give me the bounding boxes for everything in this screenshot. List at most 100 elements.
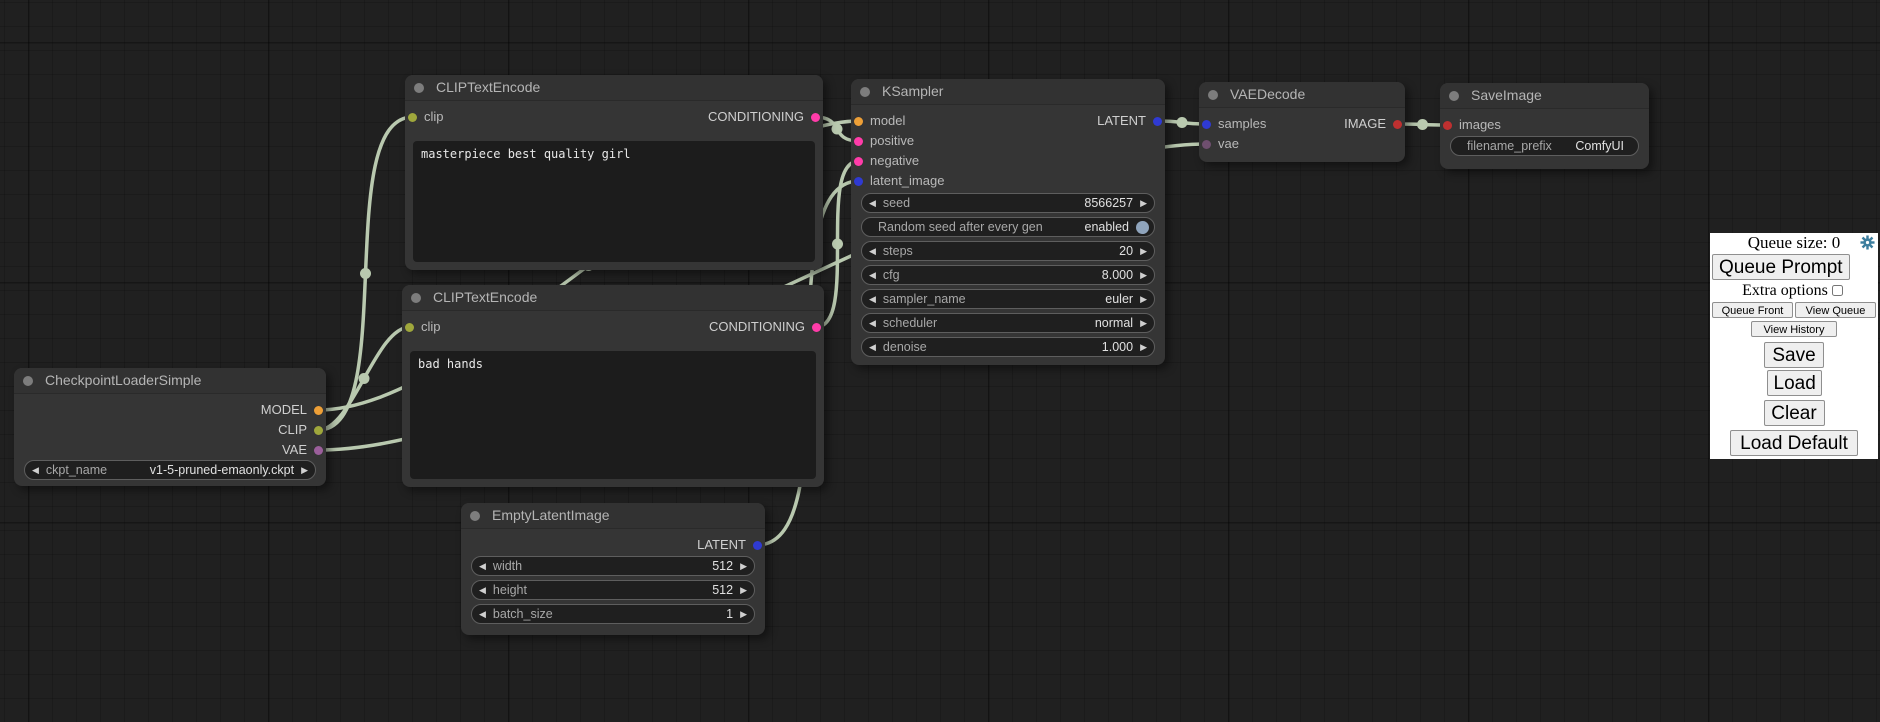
input-slot-clip[interactable]: clip: [408, 109, 444, 125]
collapse-dot-icon[interactable]: [414, 83, 424, 93]
node-title-bar[interactable]: VAEDecode: [1199, 82, 1405, 108]
increment-arrow-icon[interactable]: ▶: [1133, 198, 1154, 209]
positive-prompt-textarea[interactable]: masterpiece best quality girl: [413, 141, 815, 262]
increment-arrow-icon[interactable]: ▶: [1133, 246, 1154, 257]
clip-output-dot-icon[interactable]: [314, 426, 323, 435]
clip-input-dot-icon[interactable]: [405, 323, 414, 332]
node-clip-text-encode-negative[interactable]: CLIPTextEncode clip CONDITIONING bad han…: [402, 285, 824, 487]
scheduler-combo[interactable]: ◀ scheduler normal ▶: [861, 313, 1155, 333]
save-button[interactable]: Save: [1764, 342, 1824, 368]
decrement-arrow-icon[interactable]: ◀: [862, 270, 883, 281]
seed-number-widget[interactable]: ◀ seed 8566257 ▶: [861, 193, 1155, 213]
increment-arrow-icon[interactable]: ▶: [1133, 270, 1154, 281]
increment-arrow-icon[interactable]: ▶: [1133, 294, 1154, 305]
latent-output-dot-icon[interactable]: [753, 541, 762, 550]
collapse-dot-icon[interactable]: [860, 87, 870, 97]
view-history-button[interactable]: View History: [1751, 321, 1837, 337]
conditioning-output-dot-icon[interactable]: [811, 113, 820, 122]
view-queue-button[interactable]: View Queue: [1795, 302, 1876, 318]
node-title-bar[interactable]: SaveImage: [1440, 83, 1649, 109]
node-clip-text-encode-positive[interactable]: CLIPTextEncode clip CONDITIONING masterp…: [405, 75, 823, 270]
increment-arrow-icon[interactable]: ▶: [294, 465, 315, 476]
input-slot-model[interactable]: model: [854, 113, 905, 129]
vae-input-dot-icon[interactable]: [1202, 140, 1211, 149]
collapse-dot-icon[interactable]: [1449, 91, 1459, 101]
settings-gear-icon[interactable]: [1860, 235, 1875, 250]
increment-arrow-icon[interactable]: ▶: [733, 561, 754, 572]
load-button[interactable]: Load: [1767, 370, 1822, 396]
image-output-dot-icon[interactable]: [1393, 120, 1402, 129]
decrement-arrow-icon[interactable]: ◀: [472, 609, 493, 620]
decrement-arrow-icon[interactable]: ◀: [862, 294, 883, 305]
node-title-bar[interactable]: KSampler: [851, 79, 1165, 105]
node-graph-canvas[interactable]: CheckpointLoaderSimple MODEL CLIP VAE ◀ …: [0, 0, 1880, 722]
input-slot-vae[interactable]: vae: [1202, 136, 1239, 152]
latent-input-dot-icon[interactable]: [854, 177, 863, 186]
conditioning-input-dot-icon[interactable]: [854, 157, 863, 166]
conditioning-output-dot-icon[interactable]: [812, 323, 821, 332]
input-slot-images[interactable]: images: [1443, 117, 1501, 133]
filename-prefix-text-widget[interactable]: filename_prefix ComfyUI: [1450, 136, 1639, 156]
collapse-dot-icon[interactable]: [23, 376, 33, 386]
node-vae-decode[interactable]: VAEDecode samples vae IMAGE: [1199, 82, 1405, 162]
clip-input-dot-icon[interactable]: [408, 113, 417, 122]
model-output-dot-icon[interactable]: [314, 406, 323, 415]
node-title-bar[interactable]: CLIPTextEncode: [405, 75, 823, 101]
node-title-bar[interactable]: CheckpointLoaderSimple: [14, 368, 326, 394]
increment-arrow-icon[interactable]: ▶: [733, 585, 754, 596]
node-checkpoint-loader-simple[interactable]: CheckpointLoaderSimple MODEL CLIP VAE ◀ …: [14, 368, 326, 486]
decrement-arrow-icon[interactable]: ◀: [25, 465, 46, 476]
input-slot-latent-image[interactable]: latent_image: [854, 173, 944, 189]
toggle-knob-icon[interactable]: [1136, 221, 1149, 234]
image-input-dot-icon[interactable]: [1443, 121, 1452, 130]
clear-button[interactable]: Clear: [1764, 400, 1825, 426]
queue-prompt-button[interactable]: Queue Prompt: [1712, 254, 1850, 280]
latent-output-dot-icon[interactable]: [1153, 117, 1162, 126]
output-slot-latent[interactable]: LATENT: [697, 537, 762, 553]
model-input-dot-icon[interactable]: [854, 117, 863, 126]
increment-arrow-icon[interactable]: ▶: [1133, 342, 1154, 353]
cfg-number-widget[interactable]: ◀ cfg 8.000 ▶: [861, 265, 1155, 285]
height-number-widget[interactable]: ◀ height 512 ▶: [471, 580, 755, 600]
decrement-arrow-icon[interactable]: ◀: [862, 198, 883, 209]
output-slot-conditioning[interactable]: CONDITIONING: [708, 109, 820, 125]
decrement-arrow-icon[interactable]: ◀: [472, 561, 493, 572]
output-slot-image[interactable]: IMAGE: [1344, 116, 1402, 132]
decrement-arrow-icon[interactable]: ◀: [862, 246, 883, 257]
decrement-arrow-icon[interactable]: ◀: [862, 342, 883, 353]
output-slot-clip[interactable]: CLIP: [278, 422, 323, 438]
collapse-dot-icon[interactable]: [1208, 90, 1218, 100]
input-slot-positive[interactable]: positive: [854, 133, 914, 149]
node-save-image[interactable]: SaveImage images filename_prefix ComfyUI: [1440, 83, 1649, 169]
vae-output-dot-icon[interactable]: [314, 446, 323, 455]
batch-size-number-widget[interactable]: ◀ batch_size 1 ▶: [471, 604, 755, 624]
collapse-dot-icon[interactable]: [411, 293, 421, 303]
decrement-arrow-icon[interactable]: ◀: [862, 318, 883, 329]
input-slot-negative[interactable]: negative: [854, 153, 919, 169]
denoise-number-widget[interactable]: ◀ denoise 1.000 ▶: [861, 337, 1155, 357]
conditioning-input-dot-icon[interactable]: [854, 137, 863, 146]
steps-number-widget[interactable]: ◀ steps 20 ▶: [861, 241, 1155, 261]
increment-arrow-icon[interactable]: ▶: [733, 609, 754, 620]
node-ksampler[interactable]: KSampler model positive negative latent_…: [851, 79, 1165, 365]
increment-arrow-icon[interactable]: ▶: [1133, 318, 1154, 329]
node-empty-latent-image[interactable]: EmptyLatentImage LATENT ◀ width 512 ▶ ◀ …: [461, 503, 765, 635]
output-slot-vae[interactable]: VAE: [282, 442, 323, 458]
output-slot-latent[interactable]: LATENT: [1097, 113, 1162, 129]
node-title-bar[interactable]: CLIPTextEncode: [402, 285, 824, 311]
input-slot-clip[interactable]: clip: [405, 319, 441, 335]
negative-prompt-textarea[interactable]: bad hands: [410, 351, 816, 479]
extra-options-checkbox[interactable]: [1832, 285, 1843, 296]
load-default-button[interactable]: Load Default: [1730, 430, 1858, 456]
output-slot-conditioning[interactable]: CONDITIONING: [709, 319, 821, 335]
node-title-bar[interactable]: EmptyLatentImage: [461, 503, 765, 529]
input-slot-samples[interactable]: samples: [1202, 116, 1266, 132]
width-number-widget[interactable]: ◀ width 512 ▶: [471, 556, 755, 576]
latent-input-dot-icon[interactable]: [1202, 120, 1211, 129]
collapse-dot-icon[interactable]: [470, 511, 480, 521]
queue-front-button[interactable]: Queue Front: [1712, 302, 1793, 318]
decrement-arrow-icon[interactable]: ◀: [472, 585, 493, 596]
output-slot-model[interactable]: MODEL: [261, 402, 323, 418]
sampler-name-combo[interactable]: ◀ sampler_name euler ▶: [861, 289, 1155, 309]
ckpt-name-combo[interactable]: ◀ ckpt_name v1-5-pruned-emaonly.ckpt ▶: [24, 460, 316, 480]
